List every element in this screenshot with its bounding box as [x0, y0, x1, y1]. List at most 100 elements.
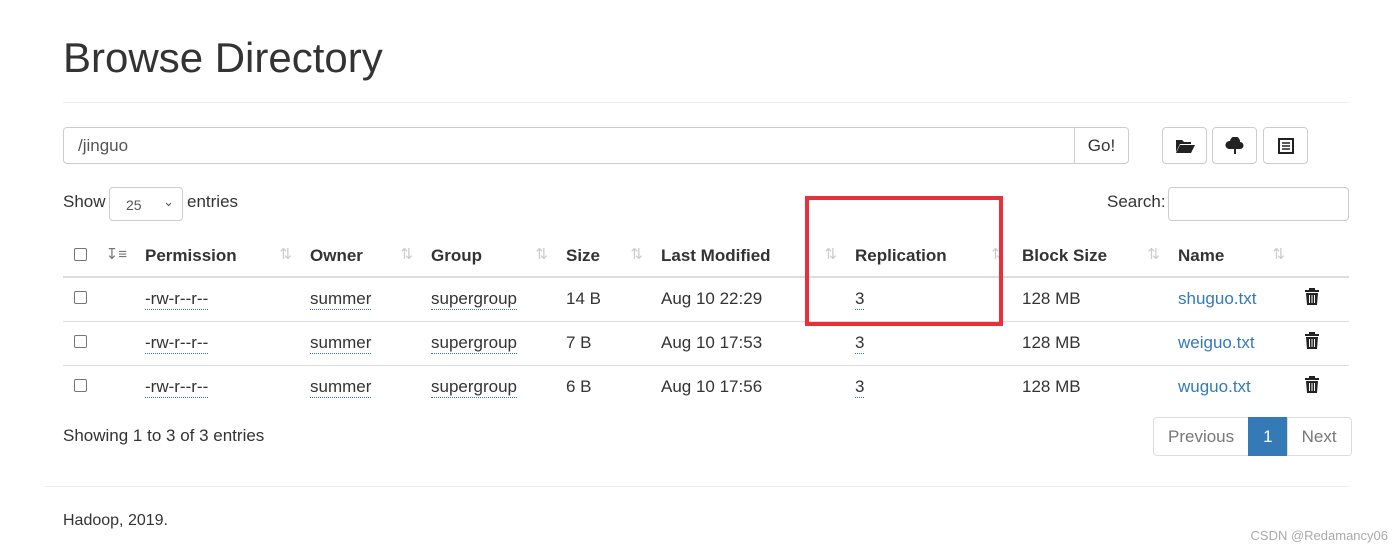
row-checkbox[interactable] [74, 335, 87, 348]
next-button[interactable]: Next [1286, 417, 1352, 456]
column-group[interactable]: Group ⇅ [423, 233, 558, 278]
cell-size: 7 B [558, 320, 653, 365]
cell-owner: summer [302, 364, 423, 409]
chevron-down-icon: ⌄ [163, 194, 174, 209]
column-label: Last Modified [661, 246, 771, 265]
cell-name: shuguo.txt [1170, 277, 1295, 321]
column-actions [1295, 233, 1349, 278]
cell-actions [1295, 320, 1349, 365]
pagination: Previous 1 Next [1153, 417, 1352, 456]
row-checkbox[interactable] [74, 379, 87, 393]
group-link[interactable]: supergroup [431, 289, 518, 311]
cell-owner: summer [302, 277, 423, 321]
table-row: -rw-r--r-- summer supergroup 14 B Aug 10… [63, 277, 1349, 321]
cell-owner: summer [302, 320, 423, 365]
cell-size: 14 B [566, 289, 601, 309]
column-block-size[interactable]: Block Size ⇅ [1014, 233, 1170, 278]
group-link[interactable]: supergroup [431, 333, 518, 354]
table-row: -rw-r--r-- summer supergroup 6 B Aug 10 … [63, 364, 1349, 409]
sort-icon: ⇅ [630, 246, 643, 263]
cell-block-size: 128 MB [1022, 289, 1081, 309]
group-link[interactable]: supergroup [431, 377, 518, 399]
file-name-link[interactable]: weiguo.txt [1178, 333, 1255, 352]
cell-permission: -rw-r--r-- [137, 320, 302, 365]
cell-name: weiguo.txt [1170, 320, 1295, 365]
upload-button[interactable] [1212, 127, 1257, 164]
column-label: Owner [310, 246, 363, 265]
cell-actions [1295, 364, 1349, 409]
row-select [63, 277, 137, 321]
cell-name: wuguo.txt [1170, 364, 1295, 409]
cell-block-size: 128 MB [1014, 364, 1170, 409]
page-1-button[interactable]: 1 [1248, 417, 1288, 456]
table-row: -rw-r--r-- summer supergroup 7 B Aug 10 … [63, 320, 1349, 365]
owner-link[interactable]: summer [310, 289, 372, 311]
create-directory-button[interactable] [1162, 127, 1207, 164]
row-select [63, 364, 137, 409]
entries-value: 25 [126, 197, 142, 213]
list-icon [1277, 137, 1294, 154]
column-label: Name [1178, 246, 1225, 265]
cell-replication: 3 [847, 320, 1014, 365]
sort-icon: ⇅ [535, 246, 548, 263]
row-checkbox[interactable] [74, 291, 87, 305]
file-name-link[interactable]: wuguo.txt [1178, 377, 1251, 396]
previous-button[interactable]: Previous [1153, 417, 1250, 456]
cut-paste-button[interactable] [1263, 127, 1308, 164]
folder-open-icon [1175, 139, 1195, 153]
replication-link[interactable]: 3 [855, 333, 865, 354]
sort-icon: ⇅ [1147, 246, 1160, 263]
permission-link[interactable]: -rw-r--r-- [145, 289, 209, 311]
column-permission[interactable]: Permission ⇅ [137, 233, 302, 278]
cell-group: supergroup [423, 277, 558, 321]
trash-icon[interactable] [1305, 288, 1319, 306]
watermark: CSDN @Redamancy06 [1250, 528, 1388, 543]
entries-label: entries [187, 192, 239, 211]
cell-group: supergroup [423, 320, 558, 365]
owner-link[interactable]: summer [310, 377, 372, 399]
highlight-box [805, 196, 1003, 326]
replication-link[interactable]: 3 [855, 377, 865, 399]
cell-last-modified: Aug 10 17:53 [653, 320, 847, 365]
sort-asc-icon[interactable]: ↧≡ [106, 245, 127, 263]
page-title: Browse Directory [63, 34, 383, 81]
cell-last-modified: Aug 10 17:56 [653, 364, 847, 409]
column-label: Permission [145, 246, 237, 265]
cell-group: supergroup [423, 364, 558, 409]
show-label: Show [63, 192, 106, 211]
column-label: Block Size [1022, 246, 1108, 265]
footer-text: Hadoop, 2019. [63, 512, 168, 529]
select-all-header: ↧≡ [63, 233, 137, 278]
search-input[interactable] [1168, 187, 1349, 221]
permission-link[interactable]: -rw-r--r-- [145, 333, 209, 354]
sort-icon: ⇅ [1272, 246, 1285, 263]
sort-icon: ⇅ [279, 246, 292, 263]
owner-link[interactable]: summer [310, 333, 372, 354]
cell-block-size: 128 MB [1014, 320, 1170, 365]
cell-actions [1295, 277, 1349, 321]
trash-icon[interactable] [1305, 332, 1319, 349]
path-input[interactable] [63, 127, 1075, 164]
cell-replication: 3 [847, 364, 1014, 409]
permission-link[interactable]: -rw-r--r-- [145, 377, 209, 399]
search-label: Search: [1107, 192, 1166, 211]
column-label: Group [431, 246, 482, 265]
column-name[interactable]: Name ⇅ [1170, 233, 1295, 278]
entries-select[interactable]: 25 ⌄ [109, 187, 183, 221]
column-size[interactable]: Size ⇅ [558, 233, 653, 278]
file-name-link[interactable]: shuguo.txt [1178, 289, 1256, 308]
cloud-upload-icon [1225, 136, 1243, 154]
table-header: ↧≡ Permission ⇅ Owner ⇅ Group ⇅ Size ⇅ Last … [63, 233, 1349, 278]
table-info: Showing 1 to 3 of 3 entries [63, 426, 265, 445]
divider [63, 102, 1349, 103]
file-table: ↧≡ Permission ⇅ Owner ⇅ Group ⇅ Size ⇅ Last … [63, 233, 1349, 409]
column-label: Size [566, 246, 601, 265]
cell-size: 6 B [558, 364, 653, 409]
row-select [63, 320, 137, 365]
select-all-checkbox[interactable] [74, 248, 87, 261]
trash-icon[interactable] [1305, 376, 1319, 394]
column-owner[interactable]: Owner ⇅ [302, 233, 423, 278]
cell-permission: -rw-r--r-- [137, 364, 302, 409]
go-button[interactable]: Go! [1074, 127, 1129, 164]
cell-permission: -rw-r--r-- [137, 277, 302, 321]
